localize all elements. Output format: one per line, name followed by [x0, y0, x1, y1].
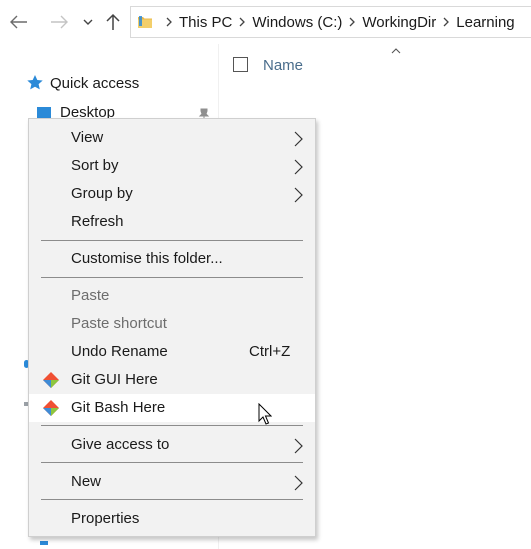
nav-item-quick-access[interactable]: Quick access: [26, 74, 139, 92]
menu-item-label: New: [71, 473, 102, 490]
menu-item-paste-shortcut: Paste shortcut: [29, 310, 315, 338]
menu-item-shortcut: Ctrl+Z: [249, 343, 291, 360]
chevron-right-icon: [294, 187, 303, 203]
recent-locations-button[interactable]: [76, 8, 100, 36]
menu-separator: [41, 277, 303, 278]
menu-item-git-bash[interactable]: Git Bash Here: [29, 394, 315, 422]
menu-item-customise-folder[interactable]: Customise this folder...: [29, 245, 315, 273]
address-bar[interactable]: This PC Windows (C:) WorkingDir Learning: [130, 6, 531, 38]
menu-item-label: Undo Rename: [71, 343, 168, 360]
menu-item-view[interactable]: View: [29, 124, 315, 152]
column-header-name[interactable]: Name: [263, 57, 303, 74]
menu-item-paste: Paste: [29, 282, 315, 310]
breadcrumb-separator[interactable]: [159, 13, 179, 31]
menu-item-label: Refresh: [71, 213, 124, 230]
chevron-down-icon: [83, 19, 93, 25]
breadcrumb-separator[interactable]: [342, 13, 362, 31]
git-logo-icon: [43, 400, 59, 416]
menu-item-label: Paste shortcut: [71, 315, 167, 332]
menu-item-properties[interactable]: Properties: [29, 505, 315, 533]
menu-item-give-access[interactable]: Give access to: [29, 431, 315, 459]
menu-separator: [41, 462, 303, 463]
arrow-up-icon: [106, 13, 120, 30]
arrow-left-icon: [10, 15, 27, 29]
menu-separator: [41, 425, 303, 426]
navigation-bar: This PC Windows (C:) WorkingDir Learning: [0, 0, 531, 44]
chevron-right-icon: [294, 475, 303, 491]
menu-item-undo-rename[interactable]: Undo Rename Ctrl+Z: [29, 338, 315, 366]
arrow-right-icon: [51, 15, 68, 29]
menu-item-sort-by[interactable]: Sort by: [29, 152, 315, 180]
chevron-right-icon: [294, 131, 303, 147]
menu-item-label: Git GUI Here: [71, 371, 158, 388]
breadcrumb-windows-c[interactable]: Windows (C:): [252, 14, 342, 31]
menu-item-label: Group by: [71, 185, 133, 202]
nav-item-label: Quick access: [50, 74, 140, 92]
breadcrumb-separator[interactable]: [232, 13, 252, 31]
chevron-right-icon: [294, 159, 303, 175]
menu-item-label: Git Bash Here: [71, 399, 166, 416]
menu-item-label: Sort by: [71, 157, 119, 174]
mouse-cursor-icon: [258, 403, 272, 425]
menu-item-git-gui[interactable]: Git GUI Here: [29, 366, 315, 394]
menu-item-label: View: [71, 129, 104, 146]
breadcrumb-separator[interactable]: [436, 13, 456, 31]
up-button[interactable]: [101, 8, 125, 36]
nav-item-icon-partial: [40, 541, 48, 545]
menu-separator: [41, 499, 303, 500]
menu-item-label: Paste: [71, 287, 110, 304]
menu-item-new[interactable]: New: [29, 468, 315, 496]
menu-item-group-by[interactable]: Group by: [29, 180, 315, 208]
menu-item-label: Give access to: [71, 436, 170, 453]
star-icon: [27, 75, 43, 90]
breadcrumb-learning[interactable]: Learning: [456, 14, 514, 31]
forward-button[interactable]: [47, 8, 71, 36]
menu-item-label: Customise this folder...: [71, 250, 223, 267]
folder-icon: [138, 16, 152, 28]
breadcrumb-workingdir[interactable]: WorkingDir: [362, 14, 436, 31]
context-menu: View Sort by Group by Refresh Customise …: [28, 118, 316, 537]
chevron-right-icon: [294, 438, 303, 454]
menu-separator: [41, 240, 303, 241]
select-all-checkbox[interactable]: [233, 57, 248, 72]
menu-item-label: Properties: [71, 510, 140, 527]
back-button[interactable]: [7, 8, 31, 36]
breadcrumb-this-pc[interactable]: This PC: [179, 14, 232, 31]
sort-ascending-icon: [391, 48, 401, 54]
git-logo-icon: [43, 372, 59, 388]
menu-item-refresh[interactable]: Refresh: [29, 208, 315, 236]
